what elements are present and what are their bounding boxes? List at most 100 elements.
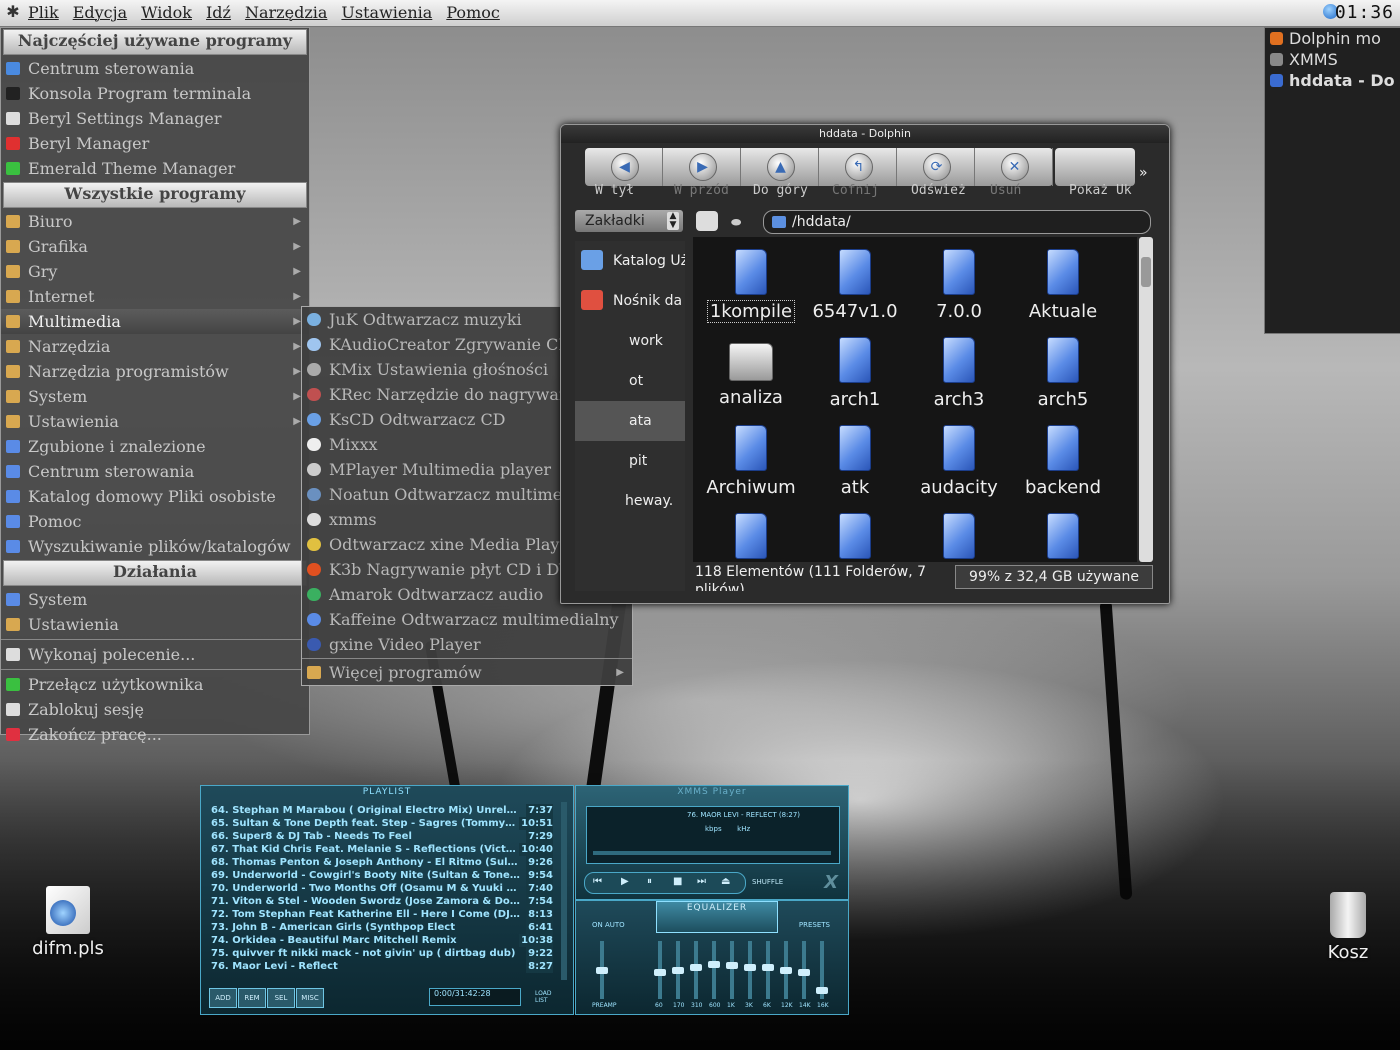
kmenu-item[interactable]: Katalog domowy Pliki osobiste	[1, 484, 309, 509]
menubar-item[interactable]: Ustawienia	[341, 3, 432, 22]
seek-bar[interactable]	[593, 851, 831, 855]
eq-band-slider[interactable]	[726, 941, 738, 999]
playlist-track[interactable]: 76. Maor Levi - Reflect 8:27	[211, 960, 553, 973]
slider-knob[interactable]	[816, 987, 828, 994]
eq-presets-button[interactable]: PRESETS	[799, 921, 830, 929]
run-command-item[interactable]: Wykonaj polecenie...	[1, 642, 309, 667]
toolbar-label[interactable]: Odśwież	[911, 183, 990, 198]
playlist-track[interactable]: 66. Super8 & DJ Tab - Needs To Feel 7:29	[211, 830, 553, 843]
playlist-scrollbar[interactable]	[561, 802, 567, 980]
kmenu-item[interactable]: Gry ▶	[1, 259, 309, 284]
slider-knob[interactable]	[708, 961, 720, 968]
slider-knob[interactable]	[762, 964, 774, 971]
kmenu-item[interactable]: Ustawienia	[1, 612, 309, 637]
folder-item[interactable]	[907, 509, 1011, 562]
slider-knob[interactable]	[596, 967, 608, 974]
toolbar-label[interactable]: Do góry	[753, 183, 832, 198]
kmenu-item[interactable]: Zakończ pracę...	[1, 722, 309, 747]
slider-knob[interactable]	[798, 969, 810, 976]
equalizer-title[interactable]: EQUALIZER	[656, 901, 778, 933]
toolbar-button[interactable]: ↰	[819, 148, 897, 186]
places-item[interactable]: Katalog Uż	[575, 241, 685, 281]
kmenu-item[interactable]: Przełącz użytkownika	[1, 672, 309, 697]
menubar-item[interactable]: Idź	[206, 3, 231, 22]
submenu-item[interactable]: Kaffeine Odtwarzacz multimedialny	[302, 607, 632, 632]
window-title[interactable]: hddata - Dolphin	[561, 125, 1169, 143]
slider-knob[interactable]	[672, 967, 684, 974]
folder-item[interactable]: 1kompile	[699, 245, 803, 333]
playlist-rem-button[interactable]: REM	[238, 988, 266, 1008]
places-item[interactable]: Nośnik da	[575, 281, 685, 321]
play-icon[interactable]: ▶	[621, 876, 629, 887]
eq-band-slider[interactable]	[708, 941, 720, 999]
location-bar[interactable]: /hddata/	[763, 210, 1151, 234]
kmenu-item[interactable]: Centrum sterowania	[1, 56, 309, 81]
eq-band-slider[interactable]	[672, 941, 684, 999]
kmenu-item[interactable]: Zablokuj sesję	[1, 697, 309, 722]
shuffle-button[interactable]: SHUFFLE	[752, 878, 783, 886]
prev-icon[interactable]: ⏮	[593, 876, 602, 887]
menubar-item[interactable]: Narzędzia	[245, 3, 327, 22]
folder-item[interactable]: arch5	[1011, 333, 1115, 421]
submenu-item[interactable]: gxine Video Player	[302, 632, 632, 657]
playlist-track[interactable]: 70. Underworld - Two Months Off (Osamu M…	[211, 882, 553, 895]
toolbar-button[interactable]: ✕	[975, 148, 1053, 186]
toolbar-button[interactable]: ◀	[585, 148, 663, 186]
menubar-item[interactable]: Widok	[141, 3, 192, 22]
folder-item[interactable]	[803, 509, 907, 562]
toolbar-label[interactable]: Pokaż Uk	[1069, 183, 1148, 198]
folder-item[interactable]: arch1	[803, 333, 907, 421]
folder-item[interactable]: arch3	[907, 333, 1011, 421]
toolbar-extra[interactable]	[1055, 148, 1135, 186]
preamp-slider[interactable]	[596, 941, 608, 999]
eject-icon[interactable]: ⏏	[721, 876, 730, 887]
playlist-sel-button[interactable]: SEL	[267, 988, 295, 1008]
kmenu-item[interactable]: Pomoc	[1, 509, 309, 534]
eq-auto-button[interactable]: AUTO	[605, 921, 625, 929]
taskbar-entry[interactable]: hddata - Do	[1265, 70, 1400, 91]
slider-knob[interactable]	[780, 967, 792, 974]
folder-item[interactable]: backend	[1011, 421, 1115, 509]
kmenu-item[interactable]: Emerald Theme Manager	[1, 156, 309, 181]
menubar-item[interactable]: Plik	[28, 3, 59, 22]
playlist-add-button[interactable]: ADD	[209, 988, 237, 1008]
playlist-track[interactable]: 74. Orkidea - Beautiful Marc Mitchell Re…	[211, 934, 553, 947]
toolbar-button[interactable]: ⟳	[897, 148, 975, 186]
next-icon[interactable]: ⏭	[697, 876, 706, 887]
kmenu-item[interactable]: Ustawienia ▶	[1, 409, 309, 434]
player-title[interactable]: XMMS Player	[576, 786, 848, 798]
playlist-misc-button[interactable]: MISC	[296, 988, 324, 1008]
drive-icon[interactable]: ⬬	[731, 215, 751, 229]
kmenu-item[interactable]: Narzędzia ▶	[1, 334, 309, 359]
toolbar-label[interactable]: W przód	[674, 183, 753, 198]
kmenu-item[interactable]: Zgubione i znalezione	[1, 434, 309, 459]
folder-item[interactable]	[1011, 509, 1115, 562]
kmenu-item[interactable]: Beryl Settings Manager	[1, 106, 309, 131]
desktop-icon-difm[interactable]: difm.pls	[26, 886, 110, 959]
kmenu-item[interactable]: Biuro ▶	[1, 209, 309, 234]
kmenu-item[interactable]: Grafika ▶	[1, 234, 309, 259]
transport-controls[interactable]: ⏮ ▶ ⏸ ■ ⏭ ⏏	[584, 872, 746, 894]
kmenu-item[interactable]: Konsola Program terminala	[1, 81, 309, 106]
taskbar-entry[interactable]: Dolphin mo	[1265, 28, 1400, 49]
toolbar-overflow-icon[interactable]: »	[1139, 165, 1148, 181]
eq-band-slider[interactable]	[816, 941, 828, 999]
desktop-icon-trash[interactable]: Kosz	[1314, 892, 1382, 963]
eq-on-button[interactable]: ON	[592, 921, 603, 929]
toolbar-label[interactable]: Cofnij	[832, 183, 911, 198]
kmenu-item[interactable]: System	[1, 587, 309, 612]
kmenu-item[interactable]: Centrum sterowania	[1, 459, 309, 484]
folder-item[interactable]: audacity	[907, 421, 1011, 509]
playlist-track[interactable]: 68. Thomas Penton & Joseph Anthony - El …	[211, 856, 553, 869]
slider-knob[interactable]	[654, 969, 666, 976]
taskbar-entry[interactable]: XMMS	[1265, 49, 1400, 70]
slider-knob[interactable]	[690, 964, 702, 971]
kmenu-item[interactable]: Internet ▶	[1, 284, 309, 309]
eq-band-slider[interactable]	[654, 941, 666, 999]
slider-knob[interactable]	[726, 962, 738, 969]
places-item[interactable]: pit	[575, 441, 685, 481]
eq-band-slider[interactable]	[780, 941, 792, 999]
slider-knob[interactable]	[744, 964, 756, 971]
load-list-button[interactable]: LOAD LIST	[535, 990, 559, 1004]
kmenu-item[interactable]: Multimedia ▶	[1, 309, 309, 334]
